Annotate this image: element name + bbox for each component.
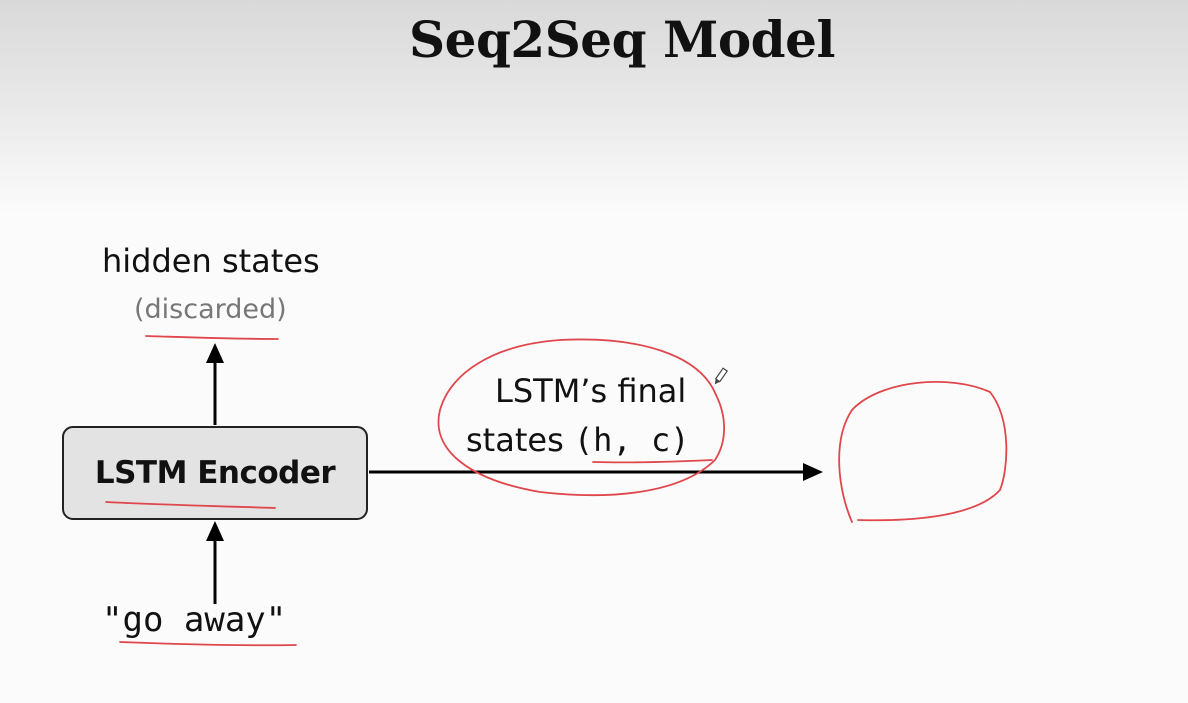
input-arrow bbox=[206, 521, 224, 604]
slide-background: Seq2Seq Model hidden states (discarded) … bbox=[0, 0, 1188, 703]
encoder-underline bbox=[105, 501, 276, 509]
hidden-states-arrow bbox=[206, 343, 224, 425]
diagram-overlay bbox=[105, 335, 1008, 647]
discarded-underline bbox=[145, 335, 279, 340]
final-states-arrow bbox=[369, 463, 823, 481]
hc-underline bbox=[592, 459, 713, 464]
decoder-placeholder-circle bbox=[838, 380, 1008, 523]
input-underline bbox=[119, 641, 297, 647]
pen-icon bbox=[714, 367, 729, 385]
